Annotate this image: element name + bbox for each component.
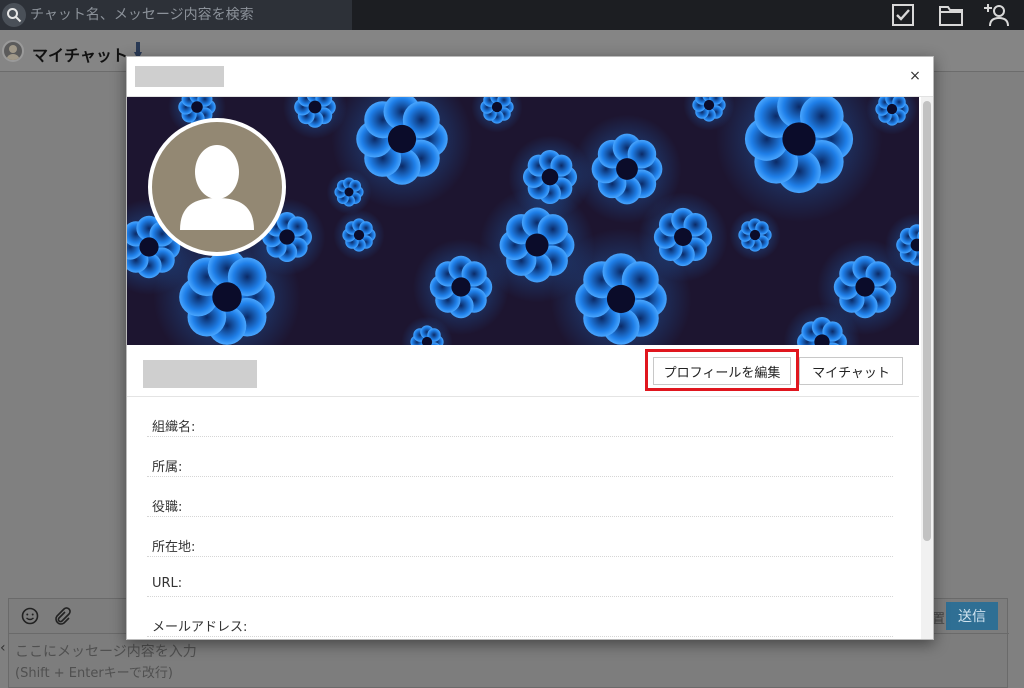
redacted-profile-name	[143, 360, 257, 388]
chat-title: マイチャット	[32, 46, 128, 65]
close-button[interactable]: ×	[905, 66, 925, 86]
send-button[interactable]: 送信	[946, 602, 998, 630]
redacted-name-title	[135, 66, 224, 87]
paperclip-icon[interactable]	[53, 607, 71, 625]
field-organization: 組織名:	[147, 397, 893, 437]
field-label: URL:	[152, 576, 183, 591]
cover-flower	[326, 169, 372, 215]
profile-fields: 組織名: 所属: 役職: 所在地: URL: メールアドレス:	[147, 397, 893, 637]
message-input-placeholder[interactable]: ここにメッセージ内容を入力	[15, 641, 197, 661]
chat-avatar[interactable]	[2, 40, 24, 62]
collapse-chevron-icon[interactable]: ‹	[0, 640, 6, 656]
emoji-icon[interactable]	[21, 607, 39, 625]
top-bar	[0, 0, 1024, 30]
field-label: 所在地:	[152, 540, 196, 555]
field-label: 組織名:	[152, 420, 196, 435]
field-position: 役職:	[147, 477, 893, 517]
field-url: URL:	[147, 557, 893, 597]
field-label: 役職:	[152, 500, 183, 515]
scrollbar-thumb[interactable]	[923, 101, 931, 541]
field-label: メールアドレス:	[152, 620, 248, 635]
task-check-icon[interactable]	[888, 1, 918, 29]
modal-header: ×	[127, 57, 933, 97]
field-email: メールアドレス:	[147, 597, 893, 637]
modal-body: プロフィールを編集 マイチャット 組織名: 所属: 役職: 所在地: URL: …	[127, 97, 933, 639]
field-label: 所属:	[152, 460, 183, 475]
search-icon[interactable]	[2, 3, 26, 27]
field-department: 所属:	[147, 437, 893, 477]
cover-flower	[471, 97, 523, 133]
edit-profile-button[interactable]: プロフィールを編集	[653, 357, 791, 385]
field-location: 所在地:	[147, 517, 893, 557]
modal-scrollbar[interactable]	[921, 97, 933, 639]
cover-flower	[715, 97, 883, 223]
profile-name-row: プロフィールを編集 マイチャット	[127, 345, 919, 397]
add-contact-icon[interactable]	[982, 1, 1012, 29]
folder-icon[interactable]	[936, 1, 966, 29]
profile-modal: × プロフィールを編集 マイチャット 組織名: 所属: 役職: 所在地: URL…	[126, 56, 934, 640]
cover-image	[127, 97, 919, 345]
message-input-hint: (Shift + Enterキーで改行)	[15, 666, 173, 681]
profile-avatar[interactable]	[148, 118, 286, 256]
mychat-button[interactable]: マイチャット	[799, 357, 903, 385]
user-silhouette-icon	[180, 145, 254, 230]
search-input[interactable]	[30, 3, 348, 27]
search-box[interactable]	[0, 0, 352, 30]
cover-flower	[729, 209, 781, 261]
cover-flower	[333, 209, 385, 261]
